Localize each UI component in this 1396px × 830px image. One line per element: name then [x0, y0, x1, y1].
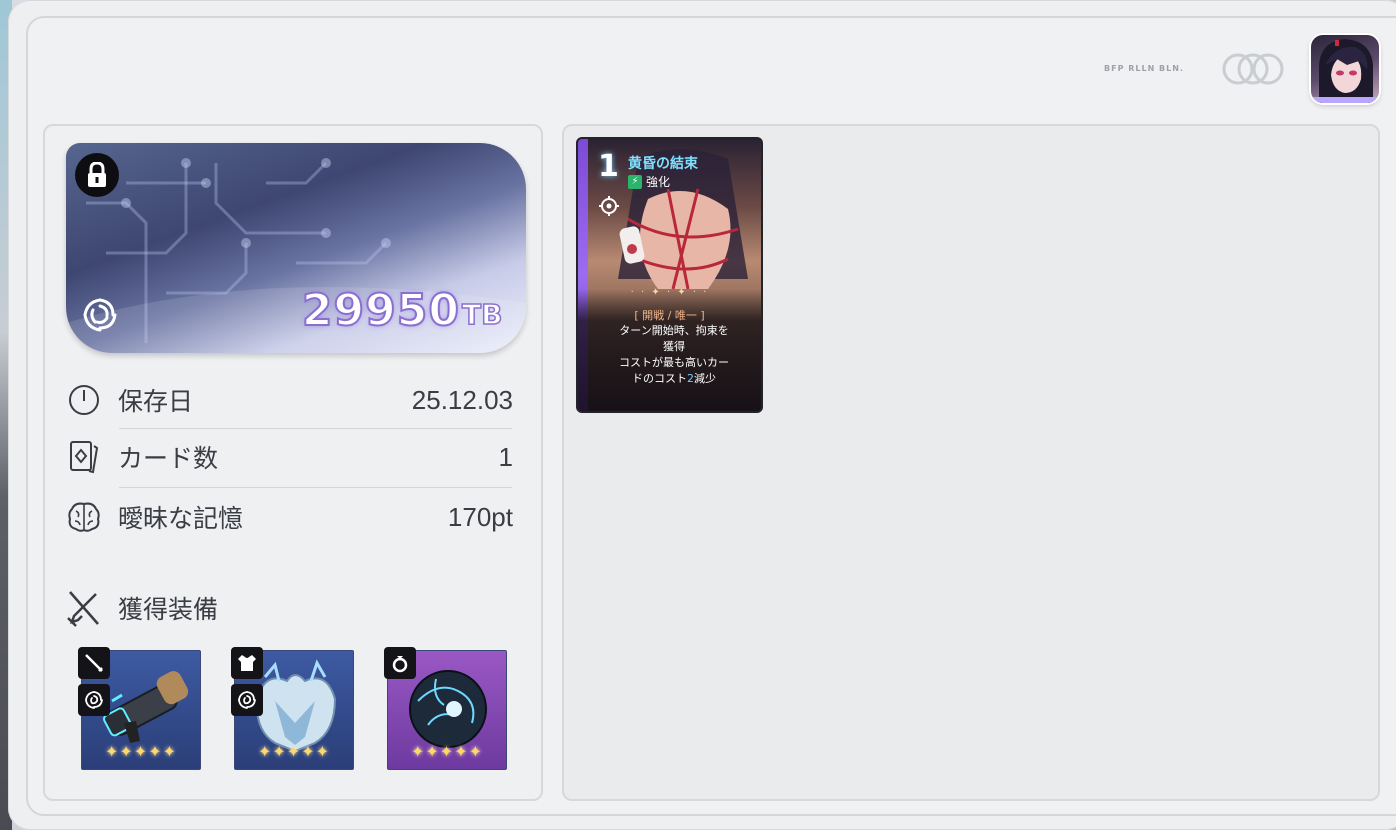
- rarity-stars: ✦✦✦✦✦: [104, 742, 178, 761]
- card-type: ⚡ 強化: [628, 173, 670, 190]
- swords-icon: [66, 588, 102, 628]
- rarity-stars: ✦✦✦✦✦: [257, 742, 331, 761]
- stat-row-card-count: カード数 1: [66, 428, 513, 486]
- equipment-title: 獲得装備: [118, 596, 219, 624]
- card-cost: 1: [598, 149, 619, 184]
- stat-label: カード数: [118, 445, 219, 473]
- rarity-stars: ✦✦✦✦✦: [410, 742, 484, 761]
- bolt-icon: ⚡: [628, 174, 642, 189]
- card-desc-line: ドのコスト2減少: [594, 371, 754, 387]
- brain-icon: [66, 499, 102, 535]
- card-sparkles: · · ✦ · ✦ · ·: [630, 287, 709, 298]
- stat-row-save-date: 保存日 25.12.03: [66, 371, 513, 429]
- card-desc-line: 獲得: [663, 340, 685, 353]
- header-small-text: BFP RLLN BLN.: [1104, 64, 1184, 73]
- stat-label: 保存日: [118, 388, 194, 416]
- tb-unit: TB: [461, 297, 503, 332]
- clock-icon: [66, 382, 102, 418]
- stat-label: 曖昧な記憶: [118, 505, 244, 533]
- card-desc-text: ドのコスト: [632, 372, 687, 385]
- card-desc-number: 2: [687, 372, 694, 385]
- card-icon: [66, 439, 102, 475]
- card-desc-line: ターン開始時、拘束を: [619, 324, 729, 337]
- stat-value: 170pt: [447, 501, 513, 532]
- tb-value: 29950: [301, 284, 460, 337]
- avatar[interactable]: [1311, 35, 1379, 103]
- swirl-icon: [231, 684, 263, 716]
- armor-slot-icon: [231, 647, 263, 679]
- ring-slot-icon: [384, 647, 416, 679]
- card-name: 黄昏の結束: [628, 156, 698, 172]
- equipment-header: 獲得装備: [66, 588, 218, 628]
- weapon-slot-icon: [78, 647, 110, 679]
- card-tag: [ 開戦 / 唯一 ]: [634, 309, 705, 322]
- card-desc-line: コストが最も高いカー: [619, 356, 729, 369]
- target-icon: [599, 196, 619, 216]
- card-description: ターン開始時、拘束を 獲得 コストが最も高いカー ドのコスト2減少: [594, 323, 754, 387]
- skill-card[interactable]: 1 黄昏の結束 ⚡ 強化 · · ✦ · ✦ · · [ 開戦 / 唯一 ] タ…: [576, 137, 763, 413]
- swirl-icon: [78, 684, 110, 716]
- rings-icon[interactable]: [1218, 52, 1288, 86]
- stat-row-memory: 曖昧な記憶 170pt: [66, 488, 513, 546]
- card-desc-text: 減少: [694, 372, 716, 385]
- card-type-label: 強化: [646, 175, 671, 189]
- swirl-icon: [83, 298, 117, 332]
- lock-icon: [75, 153, 119, 197]
- stat-value: 25.12.03: [411, 384, 513, 415]
- stat-value: 1: [498, 441, 513, 472]
